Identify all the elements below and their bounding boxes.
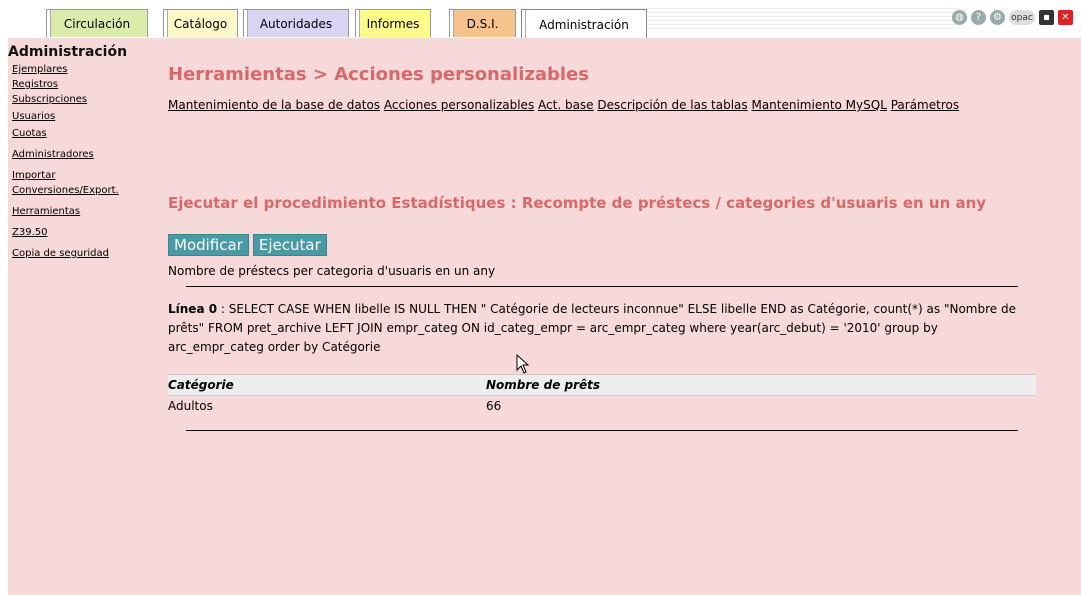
table-cell: 66 [486, 399, 502, 413]
sidebar: Administración Ejemplares Registros Subs… [8, 44, 158, 259]
link-mantenimiento-mysql[interactable]: Mantenimiento MySQL [751, 98, 886, 112]
sql-query: Línea 0 : SELECT CASE WHEN libelle IS NU… [168, 300, 1033, 357]
sidebar-title: Administración [8, 44, 128, 60]
procedure-title: Ejecutar el procedimiento Estadístiques … [168, 194, 987, 212]
tool-links: Mantenimiento de la base de datos Accion… [168, 98, 959, 112]
execute-button[interactable]: Ejecutar [252, 234, 327, 256]
table-row: Adultos 66 [168, 396, 1036, 417]
sidebar-item-cuotas[interactable]: Cuotas [12, 128, 158, 139]
sql-line-label: Línea 0 [168, 302, 218, 316]
sql-text: : SELECT CASE WHEN libelle IS NULL THEN … [168, 302, 1016, 354]
link-descripcion-tablas[interactable]: Descripción de las tablas [597, 98, 747, 112]
tab-label: D.S.I. [466, 16, 499, 31]
action-buttons: Modificar Ejecutar [168, 234, 327, 256]
table-header-row: Catégorie Nombre de prêts [168, 374, 1036, 396]
help-icon[interactable]: ? [971, 10, 986, 25]
link-mantenimiento-base[interactable]: Mantenimiento de la base de datos [168, 98, 380, 112]
tab-label: Administración [539, 17, 629, 32]
opac-icon[interactable]: opac [1009, 10, 1035, 25]
sidebar-item-registros[interactable]: Registros [12, 79, 158, 90]
sidebar-item-usuarios[interactable]: Usuarios [12, 111, 158, 122]
tab-label: Autoridades [259, 16, 333, 31]
result-table: Catégorie Nombre de prêts Adultos 66 [168, 374, 1036, 416]
tab-administracion[interactable]: Administración [521, 9, 647, 39]
gear-icon[interactable]: ⚙ [990, 10, 1005, 25]
table-cell: Adultos [168, 399, 213, 413]
tab-label: Informes [366, 16, 420, 31]
sidebar-item-ejemplares[interactable]: Ejemplares [12, 64, 158, 75]
tab-label: Circulación [63, 16, 131, 31]
sidebar-item-z3950[interactable]: Z39.50 [12, 227, 158, 238]
page-title: Herramientas > Acciones personalizables [168, 64, 589, 85]
header-decoration [600, 8, 960, 30]
globe-icon[interactable]: ◍ [952, 10, 967, 25]
mouse-cursor-icon [516, 354, 530, 374]
close-icon[interactable]: ✕ [1058, 10, 1073, 25]
link-acciones-personalizables[interactable]: Acciones personalizables [384, 98, 534, 112]
tab-dsi[interactable]: D.S.I. [449, 9, 516, 37]
column-header-nombre-prets: Nombre de prêts [486, 374, 1036, 396]
sidebar-item-administradores[interactable]: Administradores [12, 149, 158, 160]
link-parametros[interactable]: Parámetros [891, 98, 959, 112]
tab-catalogo[interactable]: Catálogo [163, 9, 238, 37]
link-act-base[interactable]: Act. base [538, 98, 594, 112]
modify-button[interactable]: Modificar [168, 234, 249, 256]
sidebar-item-conversiones[interactable]: Conversiones/Export. [12, 185, 158, 196]
tab-circulacion[interactable]: Circulación [46, 9, 148, 37]
sidebar-item-herramientas[interactable]: Herramientas [12, 206, 158, 217]
tab-autoridades[interactable]: Autoridades [243, 9, 349, 37]
procedure-description: Nombre de préstecs per categoria d'usuar… [168, 264, 496, 278]
sidebar-item-copia-seguridad[interactable]: Copia de seguridad [12, 248, 158, 259]
save-icon[interactable]: ▪ [1039, 10, 1054, 25]
sidebar-item-importar[interactable]: Importar [12, 170, 158, 181]
tab-informes[interactable]: Informes [355, 9, 431, 37]
divider [186, 430, 1018, 431]
tab-label: Catálogo [173, 16, 228, 31]
column-header-categorie: Catégorie [168, 374, 486, 396]
page-content: Administración Ejemplares Registros Subs… [8, 38, 1081, 595]
top-navigation-bar: Circulación Catálogo Autoridades Informe… [0, 0, 1081, 39]
divider [186, 286, 1018, 287]
sidebar-item-subscripciones[interactable]: Subscripciones [12, 94, 158, 105]
toolbar: ◍ ? ⚙ opac ▪ ✕ [952, 10, 1073, 25]
